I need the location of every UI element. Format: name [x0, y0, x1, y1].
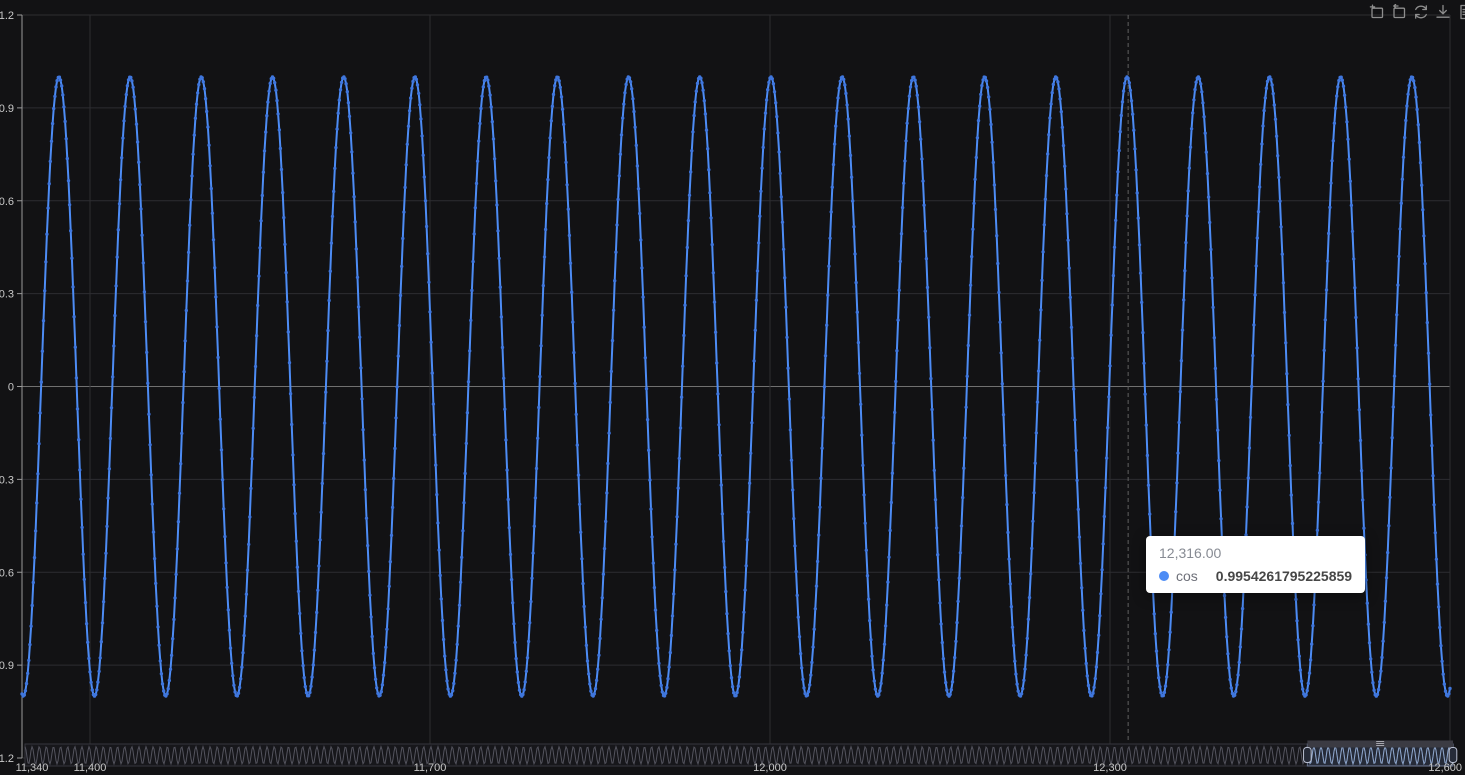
- y-axis-label: -0.6: [0, 567, 14, 579]
- toolbox-data-view-button[interactable]: [1456, 3, 1465, 21]
- y-axis-label: -0.3: [0, 474, 14, 486]
- y-axis-label: 0: [8, 382, 14, 394]
- toolbox-zoom-select-button[interactable]: [1368, 3, 1386, 21]
- document-icon: [1460, 4, 1465, 20]
- tooltip: 12,316.00 cos 0.9954261795225859: [1146, 536, 1366, 593]
- x-axis-label: 11,700: [414, 762, 447, 774]
- toolbox: [1368, 3, 1465, 21]
- x-axis-label: 12,300: [1093, 762, 1127, 774]
- y-axis-label: 0.3: [0, 289, 14, 301]
- toolbox-zoom-reset-button[interactable]: [1390, 3, 1408, 21]
- toolbox-save-image-button[interactable]: [1434, 3, 1452, 21]
- x-axis-label: 11,340: [16, 762, 49, 774]
- toolbox-restore-button[interactable]: [1412, 3, 1430, 21]
- series-marker-dot: [1159, 571, 1169, 581]
- y-axis-label: -0.9: [0, 660, 14, 672]
- y-axis-label: 1.2: [0, 10, 14, 22]
- refresh-icon: [1415, 5, 1427, 19]
- tooltip-series-name: cos: [1176, 568, 1198, 584]
- marquee-zoom-icon: [1369, 4, 1384, 19]
- tooltip-x-value: 12,316.00: [1159, 545, 1222, 561]
- y-axis-label: 0.6: [0, 196, 14, 208]
- datazoom-left-handle[interactable]: [1303, 747, 1312, 763]
- tooltip-series-value: 0.9954261795225859: [1215, 568, 1353, 584]
- chart-plot-area[interactable]: 1.2 0.9 0.6 0.3 0 -0.3 -0.6 -0.9 -1.211,340 11,40…: [0, 0, 1465, 775]
- x-axis-label: 11,400: [74, 762, 107, 774]
- zoom-back-icon: [1393, 4, 1406, 19]
- datazoom-right-handle[interactable]: [1448, 747, 1458, 763]
- cosine-chart: 1.2 0.9 0.6 0.3 0 -0.3 -0.6 -0.9 -1.211,340 11,40…: [0, 0, 1465, 775]
- download-icon: [1436, 4, 1450, 18]
- y-axis-label: 0.9: [0, 103, 14, 115]
- x-axis-label: 12,000: [753, 762, 787, 774]
- x-axis-label: 12,600: [1428, 762, 1462, 774]
- y-axis-label: -1.2: [0, 753, 14, 765]
